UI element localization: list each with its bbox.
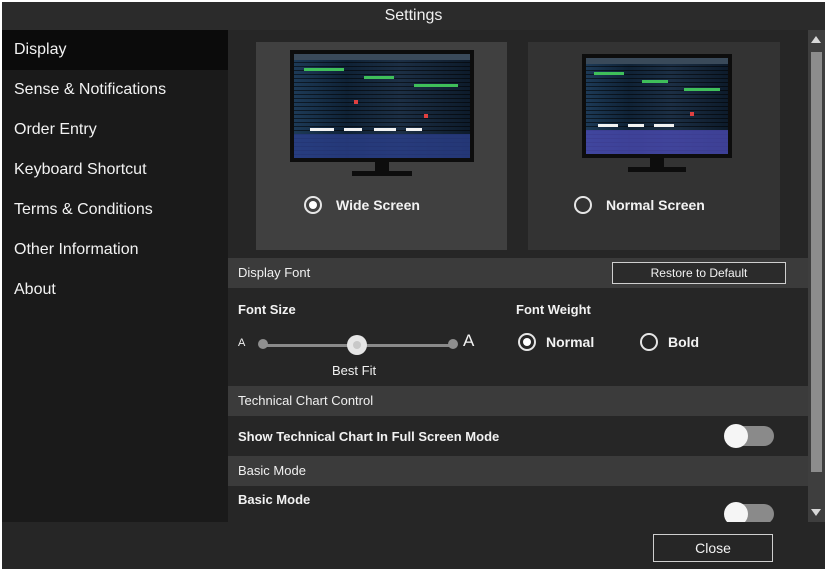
slider-value-label: Best Fit: [332, 363, 377, 378]
technical-chart-toggle[interactable]: [724, 424, 774, 448]
wide-screen-label: Wide Screen: [336, 197, 420, 213]
font-size-label: Font Size: [238, 302, 296, 317]
scroll-down-icon[interactable]: [811, 509, 821, 516]
technical-chart-row: Show Technical Chart In Full Screen Mode: [228, 416, 808, 456]
display-font-header: Display Font Restore to Default: [228, 258, 808, 288]
sidebar-item-order-entry[interactable]: Order Entry: [2, 110, 228, 150]
normal-screen-label: Normal Screen: [606, 197, 705, 213]
content-scrollbar[interactable]: [808, 30, 825, 522]
basic-mode-header: Basic Mode: [228, 456, 808, 486]
normal-screen-option[interactable]: Normal Screen: [574, 194, 705, 216]
display-font-title: Display Font: [238, 265, 311, 280]
font-weight-label: Font Weight: [516, 302, 591, 317]
basic-mode-setting-label: Basic Mode: [238, 492, 311, 507]
normal-screen-card[interactable]: Normal Screen: [528, 42, 780, 250]
restore-default-button[interactable]: Restore to Default: [612, 262, 786, 284]
sidebar-item-about[interactable]: About: [2, 270, 228, 310]
sidebar-item-sense-notifications[interactable]: Sense & Notifications: [2, 70, 228, 110]
window-title: Settings: [2, 2, 825, 30]
settings-content: Wide Screen Normal Screen Display Font R…: [228, 30, 808, 522]
font-weight-bold-option[interactable]: Bold: [640, 331, 699, 353]
normal-monitor-icon: [582, 50, 732, 184]
sidebar-item-other-information[interactable]: Other Information: [2, 230, 228, 270]
font-weight-bold-label: Bold: [668, 334, 700, 350]
font-settings-area: Font Size A A Best Fit Font Weight Norma…: [228, 288, 808, 386]
technical-chart-setting-label: Show Technical Chart In Full Screen Mode: [238, 429, 500, 444]
wide-screen-option[interactable]: Wide Screen: [304, 194, 420, 216]
font-weight-normal-option[interactable]: Normal: [518, 331, 594, 353]
basic-mode-toggle[interactable]: [724, 502, 774, 522]
sidebar-item-keyboard-shortcut[interactable]: Keyboard Shortcut: [2, 150, 228, 190]
font-weight-bold-radio[interactable]: [640, 333, 658, 351]
wide-screen-card[interactable]: Wide Screen: [256, 42, 507, 250]
slider-handle[interactable]: [347, 335, 367, 355]
sidebar-item-terms-conditions[interactable]: Terms & Conditions: [2, 190, 228, 230]
screen-mode-panel: Wide Screen Normal Screen: [228, 30, 808, 258]
settings-window: Settings Display Sense & Notifications O…: [2, 2, 825, 569]
scroll-thumb[interactable]: [811, 52, 822, 472]
wide-screen-radio[interactable]: [304, 196, 322, 214]
font-weight-normal-label: Normal: [546, 334, 595, 350]
normal-screen-radio[interactable]: [574, 196, 592, 214]
small-a-label: A: [238, 337, 246, 349]
basic-mode-row: Basic Mode: [228, 486, 808, 522]
scroll-up-icon[interactable]: [811, 36, 821, 43]
dialog-footer: Close: [2, 522, 825, 569]
technical-chart-header: Technical Chart Control: [228, 386, 808, 416]
settings-sidebar: Display Sense & Notifications Order Entr…: [2, 30, 228, 522]
slider-step-dot[interactable]: [448, 339, 458, 349]
font-weight-normal-radio[interactable]: [518, 333, 536, 351]
slider-step-dot[interactable]: [258, 339, 268, 349]
large-a-label: A: [463, 331, 475, 350]
wide-monitor-icon: [290, 50, 474, 184]
sidebar-item-display[interactable]: Display: [2, 30, 228, 70]
close-button[interactable]: Close: [653, 534, 773, 562]
